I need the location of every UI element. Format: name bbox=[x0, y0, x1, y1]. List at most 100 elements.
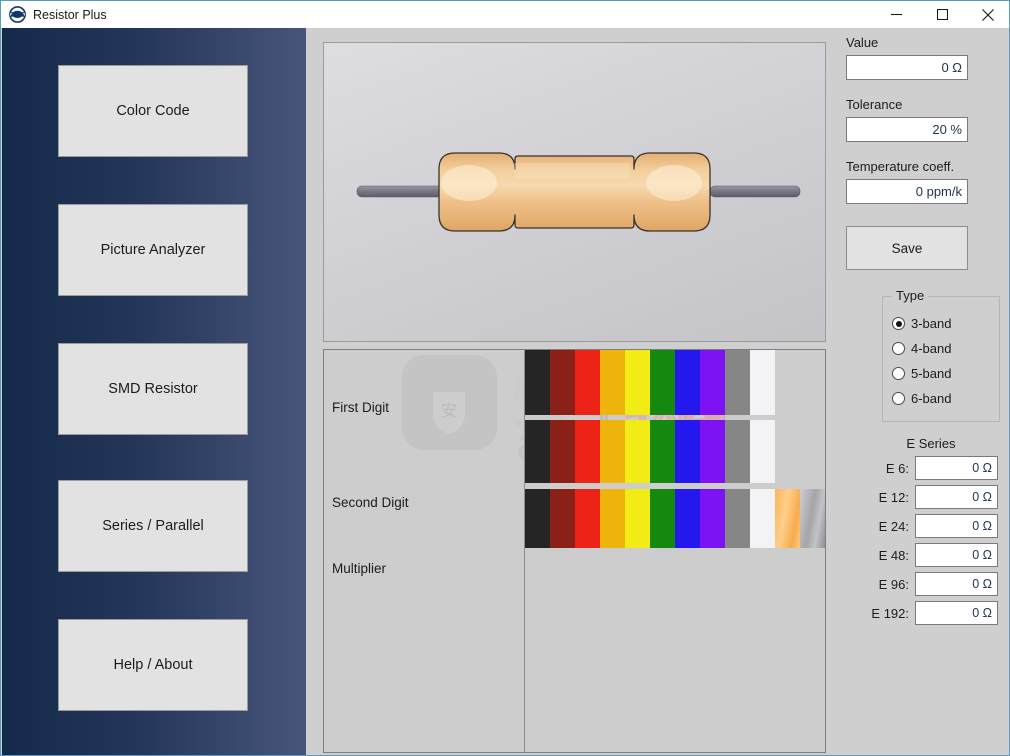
sidebar-item-label: Picture Analyzer bbox=[101, 242, 206, 258]
radio-4-band[interactable]: 4-band bbox=[883, 336, 999, 361]
color-swatch-green[interactable] bbox=[650, 420, 675, 483]
sidebar-item-color-code[interactable]: Color Code bbox=[58, 65, 248, 157]
svg-text:安: 安 bbox=[441, 401, 457, 420]
e-series-field[interactable]: 0 Ω bbox=[915, 543, 998, 567]
application-window: Resistor Plus Color Code Picture Analyze… bbox=[0, 0, 1010, 756]
e-series-row: E 6: 0 Ω bbox=[846, 456, 998, 480]
e-series-row: E 96: 0 Ω bbox=[846, 572, 998, 596]
color-swatch-orange[interactable] bbox=[600, 489, 625, 548]
band-row-first-digit bbox=[525, 350, 775, 415]
color-swatch-yellow[interactable] bbox=[625, 350, 650, 415]
color-swatch-blue[interactable] bbox=[675, 489, 700, 548]
color-swatch-white[interactable] bbox=[750, 420, 775, 483]
color-swatch-black[interactable] bbox=[525, 420, 550, 483]
color-swatch-white[interactable] bbox=[750, 350, 775, 415]
save-button[interactable]: Save bbox=[846, 226, 968, 270]
sidebar-item-picture-analyzer[interactable]: Picture Analyzer bbox=[58, 204, 248, 296]
title-bar: Resistor Plus bbox=[1, 1, 1010, 28]
color-swatch-violet[interactable] bbox=[700, 420, 725, 483]
minimize-button[interactable] bbox=[873, 1, 919, 28]
color-swatch-blue[interactable] bbox=[675, 350, 700, 415]
color-swatch-orange[interactable] bbox=[600, 350, 625, 415]
color-swatch-red[interactable] bbox=[575, 350, 600, 415]
maximize-button[interactable] bbox=[919, 1, 965, 28]
radio-dot-icon bbox=[892, 317, 905, 330]
color-swatch-green[interactable] bbox=[650, 489, 675, 548]
band-row-label-multiplier: Multiplier bbox=[332, 561, 386, 576]
sidebar-item-label: Help / About bbox=[114, 657, 193, 673]
radio-label: 3-band bbox=[911, 316, 951, 331]
color-swatch-yellow[interactable] bbox=[625, 489, 650, 548]
color-swatch-grey[interactable] bbox=[725, 489, 750, 548]
color-swatch-white[interactable] bbox=[750, 489, 775, 548]
band-row-multiplier bbox=[525, 489, 825, 548]
color-swatch-brown[interactable] bbox=[550, 350, 575, 415]
results-panel: Value 0 Ω Tolerance 20 % Temperature coe… bbox=[846, 35, 998, 753]
band-row-second-digit bbox=[525, 420, 775, 483]
type-group: Type 3-band 4-band 5-band 6-band bbox=[882, 296, 1000, 422]
color-swatch-grey[interactable] bbox=[725, 350, 750, 415]
color-swatch-orange[interactable] bbox=[600, 420, 625, 483]
e-series-label: E 12: bbox=[879, 490, 909, 505]
color-swatch-black[interactable] bbox=[525, 489, 550, 548]
type-legend-label: Type bbox=[892, 288, 928, 303]
temperature-coefficient-field[interactable]: 0 ppm/k bbox=[846, 179, 968, 204]
radio-5-band[interactable]: 5-band bbox=[883, 361, 999, 386]
color-swatch-brown[interactable] bbox=[550, 489, 575, 548]
radio-dot-icon bbox=[892, 367, 905, 380]
sidebar-item-label: Color Code bbox=[116, 103, 189, 119]
resistor-logo-icon bbox=[9, 6, 26, 23]
e-series-label: E 96: bbox=[879, 577, 909, 592]
e-series-field[interactable]: 0 Ω bbox=[915, 485, 998, 509]
color-swatch-green[interactable] bbox=[650, 350, 675, 415]
color-swatch-yellow[interactable] bbox=[625, 420, 650, 483]
sidebar-item-help-about[interactable]: Help / About bbox=[58, 619, 248, 711]
resistor-image bbox=[324, 43, 825, 341]
e-series-row: E 192: 0 Ω bbox=[846, 601, 998, 625]
e-series-field[interactable]: 0 Ω bbox=[915, 514, 998, 538]
color-swatch-brown[interactable] bbox=[550, 420, 575, 483]
e-series-label: E 192: bbox=[871, 606, 909, 621]
radio-6-band[interactable]: 6-band bbox=[883, 386, 999, 411]
value-field[interactable]: 0 Ω bbox=[846, 55, 968, 80]
color-swatch-red[interactable] bbox=[575, 420, 600, 483]
band-selector-panel: 安 安 下 软 园 anxz.com First Digit Second Di… bbox=[323, 349, 826, 753]
color-swatch-violet[interactable] bbox=[700, 350, 725, 415]
color-swatch-silver[interactable] bbox=[800, 489, 825, 548]
e-series-row: E 12: 0 Ω bbox=[846, 485, 998, 509]
window-title: Resistor Plus bbox=[33, 8, 107, 22]
e-series-row: E 24: 0 Ω bbox=[846, 514, 998, 538]
e-series-label: E 48: bbox=[879, 548, 909, 563]
color-swatch-blue[interactable] bbox=[675, 420, 700, 483]
e-series-field[interactable]: 0 Ω bbox=[915, 601, 998, 625]
band-row-label-second-digit: Second Digit bbox=[332, 495, 409, 510]
radio-3-band[interactable]: 3-band bbox=[883, 311, 999, 336]
e-series-field[interactable]: 0 Ω bbox=[915, 456, 998, 480]
radio-label: 4-band bbox=[911, 341, 951, 356]
window-controls bbox=[873, 1, 1010, 28]
radio-label: 5-band bbox=[911, 366, 951, 381]
value-label: Value bbox=[846, 35, 998, 50]
close-button[interactable] bbox=[965, 1, 1010, 28]
e-series-label: E 6: bbox=[886, 461, 909, 476]
e-series-field[interactable]: 0 Ω bbox=[915, 572, 998, 596]
resistor-preview-panel bbox=[323, 42, 826, 342]
color-swatch-violet[interactable] bbox=[700, 489, 725, 548]
sidebar-item-label: Series / Parallel bbox=[102, 518, 204, 534]
band-row-label-first-digit: First Digit bbox=[332, 400, 389, 415]
tolerance-label: Tolerance bbox=[846, 97, 998, 112]
radio-dot-icon bbox=[892, 392, 905, 405]
tolerance-field[interactable]: 20 % bbox=[846, 117, 968, 142]
sidebar-item-label: SMD Resistor bbox=[108, 381, 197, 397]
sidebar-item-series-parallel[interactable]: Series / Parallel bbox=[58, 480, 248, 572]
e-series-title: E Series bbox=[846, 436, 998, 451]
radio-label: 6-band bbox=[911, 391, 951, 406]
color-swatch-gold[interactable] bbox=[775, 489, 800, 548]
color-swatch-black[interactable] bbox=[525, 350, 550, 415]
color-swatch-grey[interactable] bbox=[725, 420, 750, 483]
sidebar-item-smd-resistor[interactable]: SMD Resistor bbox=[58, 343, 248, 435]
temperature-coefficient-label: Temperature coeff. bbox=[846, 159, 998, 174]
color-swatch-red[interactable] bbox=[575, 489, 600, 548]
e-series-label: E 24: bbox=[879, 519, 909, 534]
sidebar: Color Code Picture Analyzer SMD Resistor… bbox=[2, 28, 306, 756]
